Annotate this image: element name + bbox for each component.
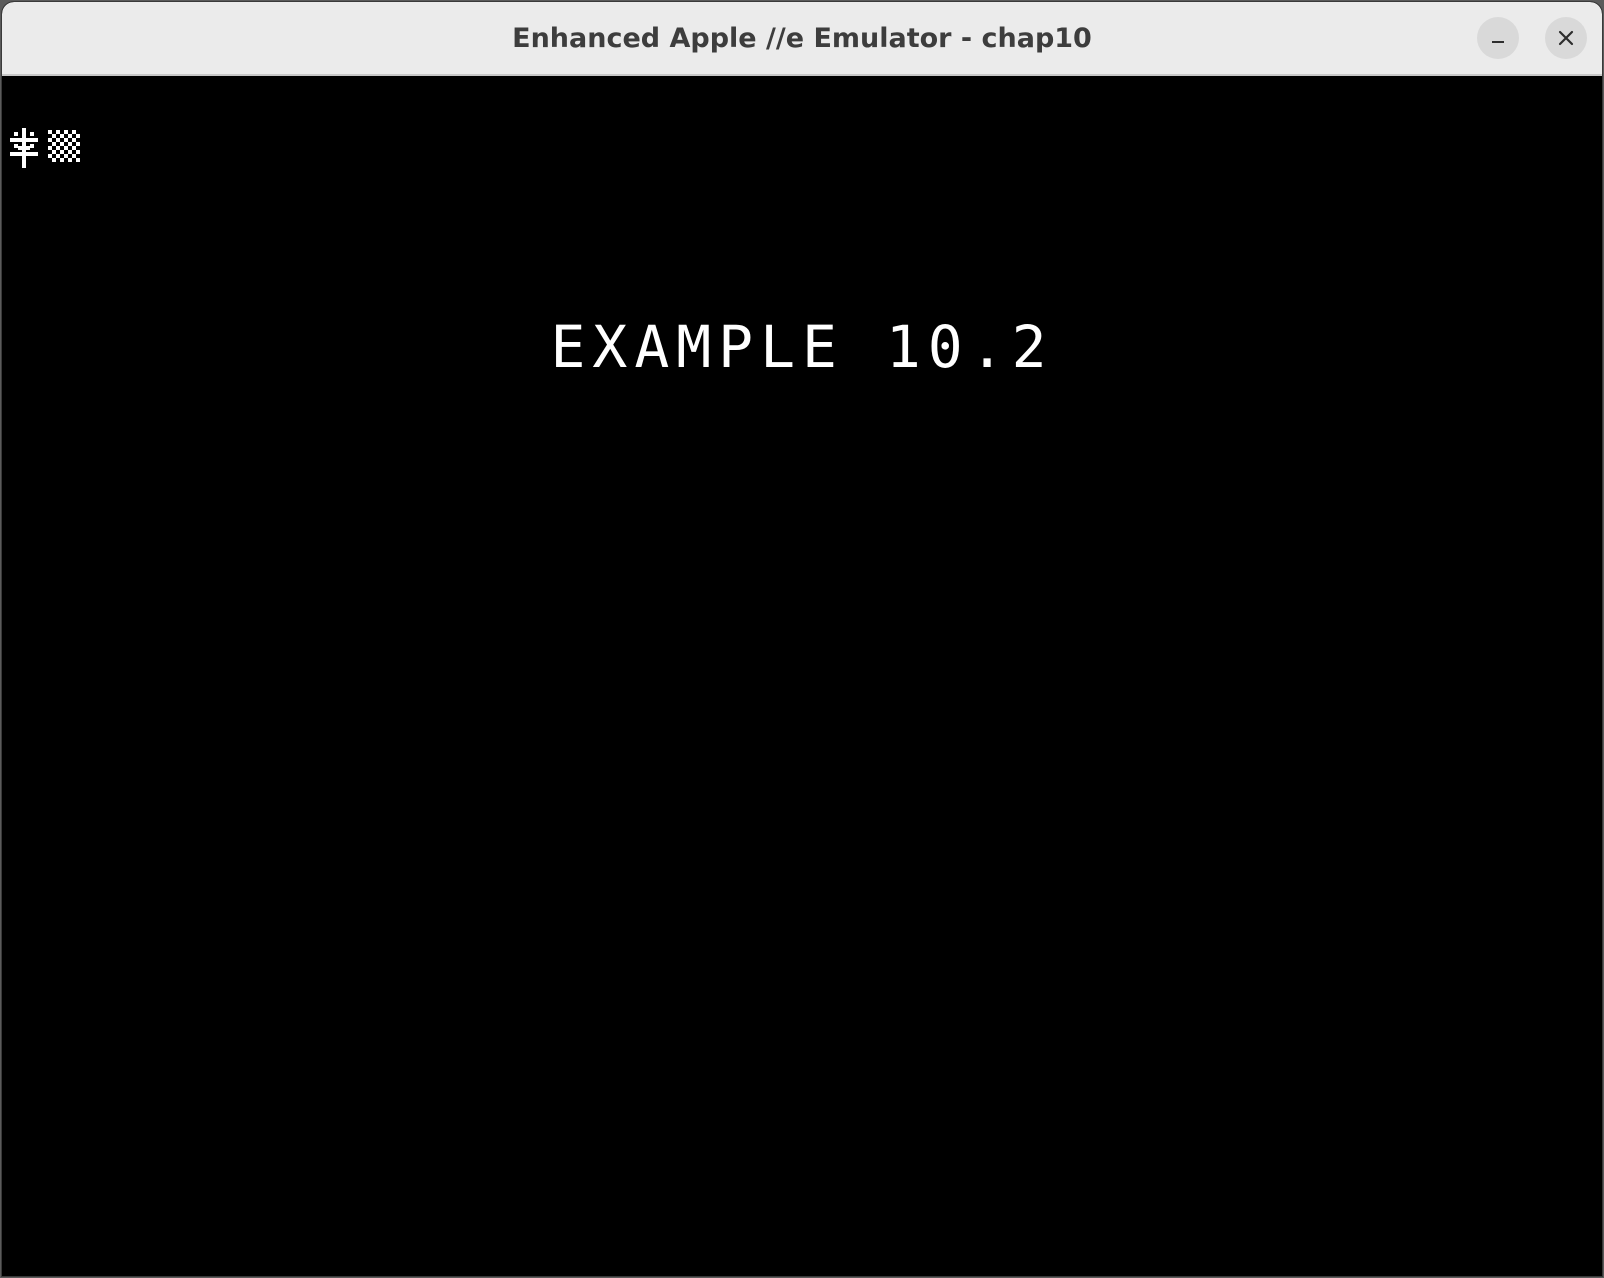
close-button[interactable] — [1545, 17, 1587, 59]
window-title: Enhanced Apple //e Emulator - chap10 — [512, 23, 1092, 54]
screen-output-text: EXAMPLE 10.2 — [550, 313, 1054, 381]
minimize-button[interactable] — [1477, 17, 1519, 59]
title-bar[interactable]: Enhanced Apple //e Emulator - chap10 — [2, 2, 1602, 76]
mousetext-checkerboard-glyph — [48, 130, 80, 162]
minimize-icon — [1492, 41, 1504, 43]
emulator-window: Enhanced Apple //e Emulator - chap10 EXA… — [2, 2, 1602, 1276]
emulator-screen[interactable]: EXAMPLE 10.2 — [2, 76, 1602, 1276]
prompt-glyphs — [8, 128, 88, 168]
close-icon — [1558, 30, 1574, 46]
